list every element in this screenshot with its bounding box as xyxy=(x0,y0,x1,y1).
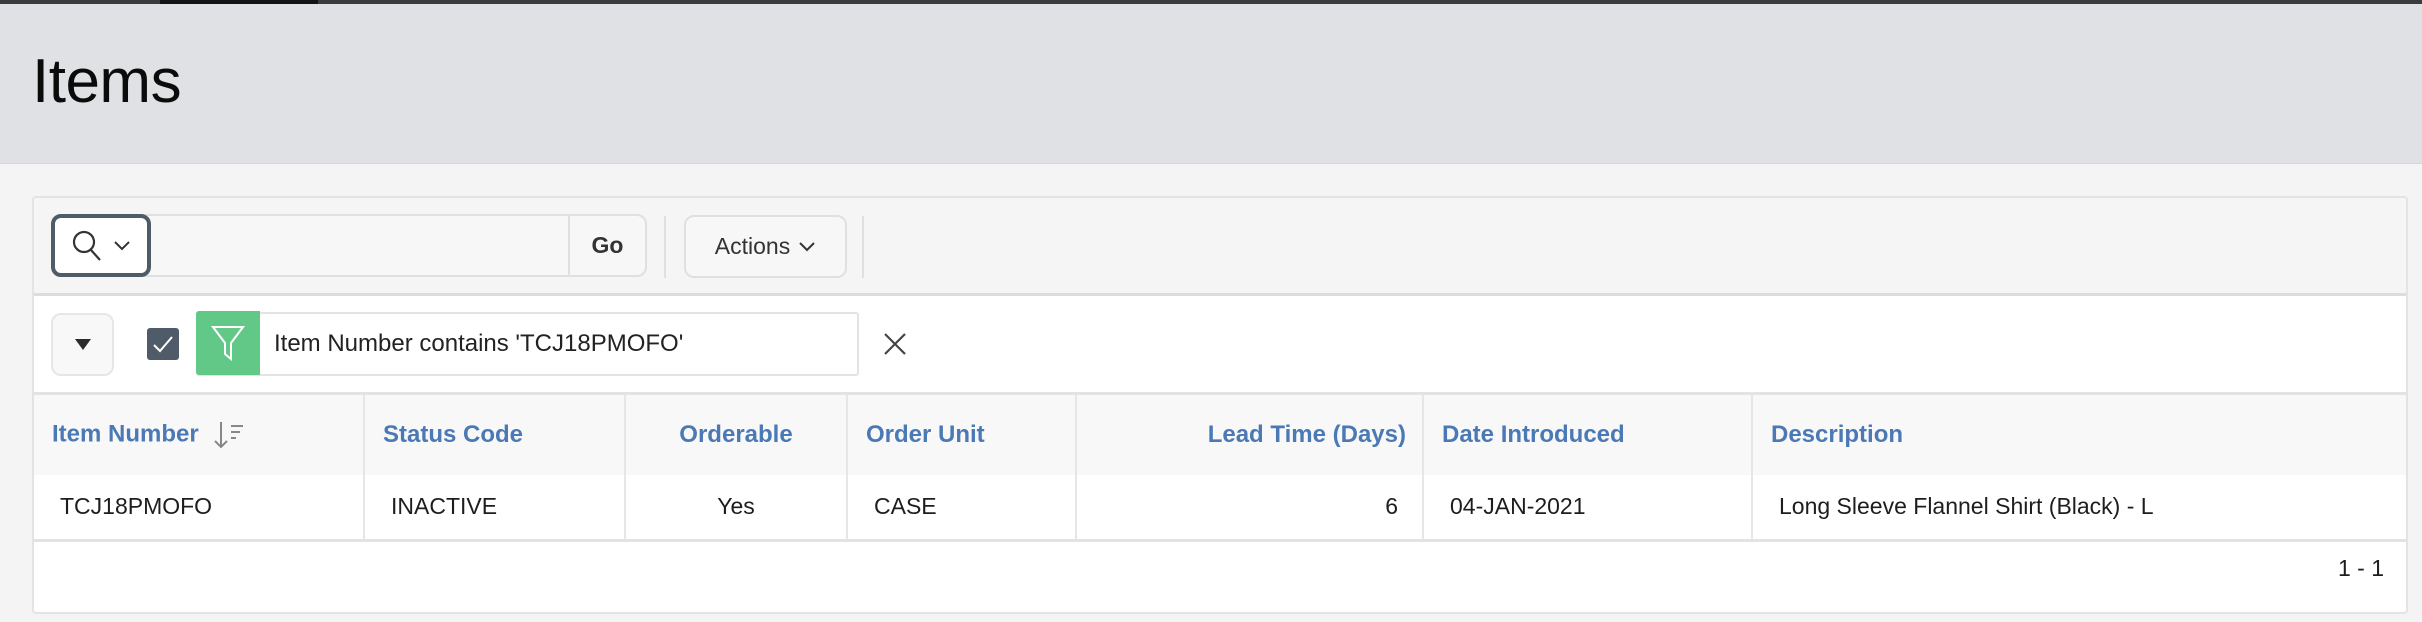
column-header-description[interactable]: Description xyxy=(1752,395,2406,475)
actions-menu-button[interactable]: Actions xyxy=(684,215,847,278)
page-header: Items xyxy=(0,4,2422,164)
sort-descending-icon xyxy=(214,422,244,449)
checkmark-icon xyxy=(153,336,173,353)
interactive-report: Go Actions Item Number contains 'TCJ18PM… xyxy=(32,196,2408,614)
actions-label: Actions xyxy=(714,233,791,259)
cell-description: Long Sleeve Flannel Shirt (Black) - L xyxy=(1752,475,2406,542)
chevron-down-icon xyxy=(799,241,815,251)
search-group: Go xyxy=(51,214,647,277)
caret-down-icon xyxy=(74,339,91,350)
column-header-orderable[interactable]: Orderable xyxy=(625,395,848,475)
filter-pill[interactable]: Item Number contains 'TCJ18PMOFO' xyxy=(196,311,859,376)
column-header-status-code[interactable]: Status Code xyxy=(364,395,626,475)
cell-order-unit: CASE xyxy=(847,475,1077,542)
page-title: Items xyxy=(32,47,182,116)
toolbar-divider xyxy=(664,216,666,278)
filter-icon xyxy=(211,326,245,361)
column-label: Item Number xyxy=(52,420,199,448)
filter-enable-checkbox[interactable] xyxy=(147,328,179,360)
remove-filter-icon[interactable] xyxy=(880,329,910,359)
cell-orderable: Yes xyxy=(625,475,848,542)
report-settings-row: Item Number contains 'TCJ18PMOFO' xyxy=(34,296,2406,395)
filter-icon-box xyxy=(196,311,260,375)
search-input[interactable] xyxy=(151,216,552,275)
cell-lead-time: 6 xyxy=(1076,475,1424,542)
chevron-down-icon xyxy=(114,240,130,250)
search-column-selector[interactable] xyxy=(51,214,151,277)
cell-date-introduced: 04-JAN-2021 xyxy=(1423,475,1753,542)
table-row: TCJ18PMOFO INACTIVE Yes CASE 6 04-JAN-20… xyxy=(34,475,2406,542)
pagination-range: 1 - 1 xyxy=(2337,555,2384,581)
report-table: Item Number Status Code Orderable Order … xyxy=(34,395,2406,542)
report-toolbar: Go Actions xyxy=(34,198,2406,296)
table-header-row: Item Number Status Code Orderable Order … xyxy=(34,395,2406,475)
column-header-item-number[interactable]: Item Number xyxy=(34,395,365,475)
go-button[interactable]: Go xyxy=(568,216,645,275)
column-header-order-unit[interactable]: Order Unit xyxy=(847,395,1077,475)
toolbar-divider xyxy=(862,216,864,278)
column-header-date-introduced[interactable]: Date Introduced xyxy=(1423,395,1753,475)
filter-text: Item Number contains 'TCJ18PMOFO' xyxy=(274,330,684,357)
collapse-settings-button[interactable] xyxy=(51,313,114,376)
column-header-lead-time[interactable]: Lead Time (Days) xyxy=(1076,395,1424,475)
cell-item-number: TCJ18PMOFO xyxy=(34,475,365,542)
cell-status-code: INACTIVE xyxy=(364,475,626,542)
search-icon xyxy=(72,230,101,261)
